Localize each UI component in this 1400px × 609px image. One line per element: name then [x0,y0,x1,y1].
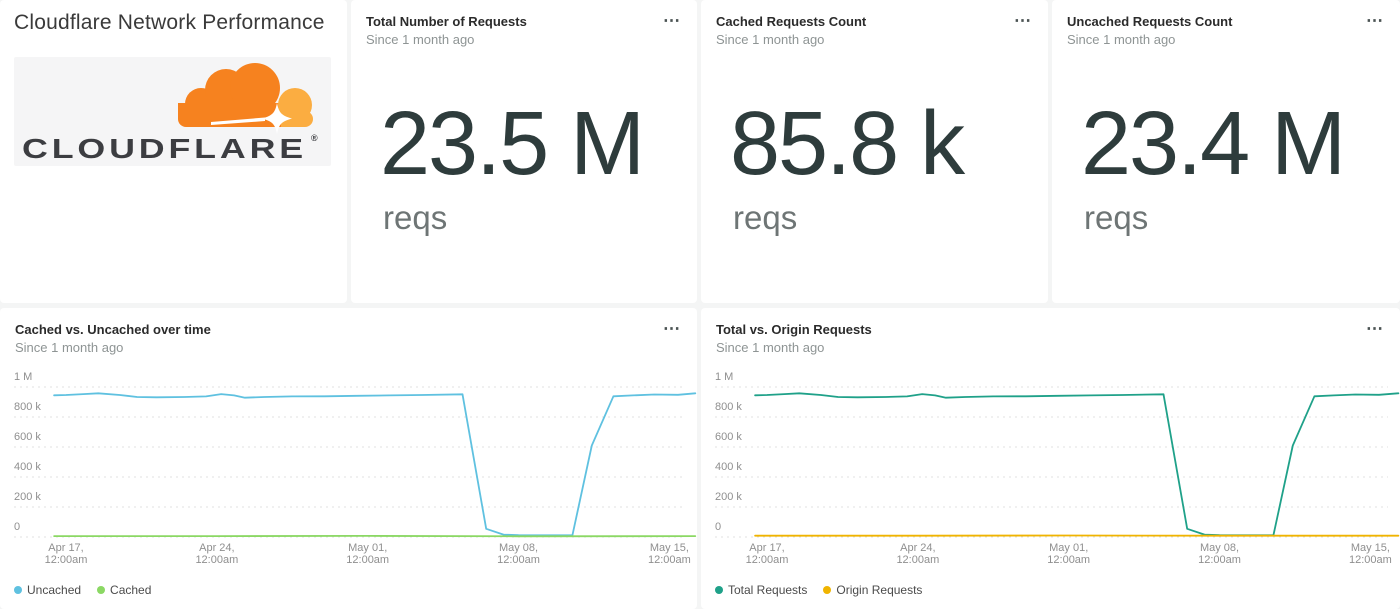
svg-text:May 01,: May 01, [348,542,387,554]
widget-title: Total Number of Requests [366,14,657,30]
legend-item-uncached[interactable]: Uncached [14,583,81,597]
svg-text:1 M: 1 M [14,371,32,383]
widget-time-range: Since 1 month ago [716,340,824,356]
billboard-value: 23.4 M [1081,99,1344,189]
billboard-unit: reqs [383,201,447,234]
widget-uncached-requests-count: Uncached Requests Count Since 1 month ag… [1052,0,1400,303]
legend-item-total-requests[interactable]: Total Requests [715,583,807,597]
svg-text:600 k: 600 k [715,431,742,443]
svg-text:200 k: 200 k [715,491,742,503]
page-title: Cloudflare Network Performance [14,11,325,35]
billboard-unit: reqs [1084,201,1148,234]
cloudflare-wordmark: CLOUDFLARE [22,133,307,164]
svg-text:12:00am: 12:00am [896,554,939,566]
svg-text:12:00am: 12:00am [746,554,789,566]
legend-item-cached[interactable]: Cached [97,583,151,597]
widget-total-vs-origin-chart: 1 M800 k600 k400 k200 k0Apr 17,12:00amAp… [701,308,1400,609]
widget-menu-button[interactable]: ⋯ [1362,10,1388,31]
widget-menu-button[interactable]: ⋯ [659,318,685,339]
svg-text:600 k: 600 k [14,431,41,443]
svg-text:12:00am: 12:00am [497,554,540,566]
chart-legend: Uncached Cached [14,583,151,597]
widget-time-range: Since 1 month ago [366,32,474,48]
svg-text:400 k: 400 k [715,461,742,473]
svg-text:12:00am: 12:00am [195,554,238,566]
cloudflare-logo: CLOUDFLARE ® [14,57,331,166]
legend-item-origin-requests[interactable]: Origin Requests [823,583,922,597]
widget-cached-vs-uncached-chart: 1 M800 k600 k400 k200 k0Apr 17,12:00amAp… [0,308,697,609]
billboard-unit: reqs [733,201,797,234]
svg-text:May 15,: May 15, [1351,542,1390,554]
svg-text:12:00am: 12:00am [1198,554,1241,566]
svg-text:Apr 24,: Apr 24, [900,542,935,554]
legend-label: Total Requests [728,583,807,597]
svg-text:May 08,: May 08, [1200,542,1239,554]
billboard-value: 85.8 k [730,99,963,189]
billboard-value: 23.5 M [380,99,643,189]
legend-label: Origin Requests [836,583,922,597]
legend-dot-icon [823,586,831,594]
cloudflare-logo-image: CLOUDFLARE ® [14,57,331,166]
widget-time-range: Since 1 month ago [15,340,123,356]
svg-text:800 k: 800 k [14,401,41,413]
widget-title: Total vs. Origin Requests [716,322,1360,338]
widget-menu-button[interactable]: ⋯ [659,10,685,31]
svg-text:0: 0 [14,521,20,533]
legend-dot-icon [715,586,723,594]
svg-text:May 01,: May 01, [1049,542,1088,554]
svg-text:200 k: 200 k [14,491,41,503]
widget-total-number-of-requests: Total Number of Requests Since 1 month a… [351,0,697,303]
dashboard-header-card: Cloudflare Network Performance CLOUDFLAR… [0,0,347,303]
legend-label: Uncached [27,583,81,597]
widget-menu-button[interactable]: ⋯ [1362,318,1388,339]
widget-menu-button[interactable]: ⋯ [1010,10,1036,31]
widget-title: Uncached Requests Count [1067,14,1360,30]
chart-legend: Total Requests Origin Requests [715,583,922,597]
widget-title: Cached Requests Count [716,14,1008,30]
legend-label: Cached [110,583,151,597]
svg-text:1 M: 1 M [715,371,733,383]
svg-text:12:00am: 12:00am [648,554,691,566]
svg-text:12:00am: 12:00am [45,554,88,566]
registered-trademark-mark: ® [311,133,318,143]
legend-dot-icon [97,586,105,594]
svg-text:12:00am: 12:00am [346,554,389,566]
svg-text:Apr 17,: Apr 17, [48,542,83,554]
widget-title: Cached vs. Uncached over time [15,322,657,338]
svg-text:12:00am: 12:00am [1047,554,1090,566]
svg-text:0: 0 [715,521,721,533]
widget-time-range: Since 1 month ago [1067,32,1175,48]
svg-text:800 k: 800 k [715,401,742,413]
svg-text:May 08,: May 08, [499,542,538,554]
svg-text:400 k: 400 k [14,461,41,473]
widget-cached-requests-count: Cached Requests Count Since 1 month ago … [701,0,1048,303]
svg-text:May 15,: May 15, [650,542,689,554]
legend-dot-icon [14,586,22,594]
svg-text:Apr 17,: Apr 17, [749,542,784,554]
svg-text:Apr 24,: Apr 24, [199,542,234,554]
widget-time-range: Since 1 month ago [716,32,824,48]
svg-text:12:00am: 12:00am [1349,554,1392,566]
